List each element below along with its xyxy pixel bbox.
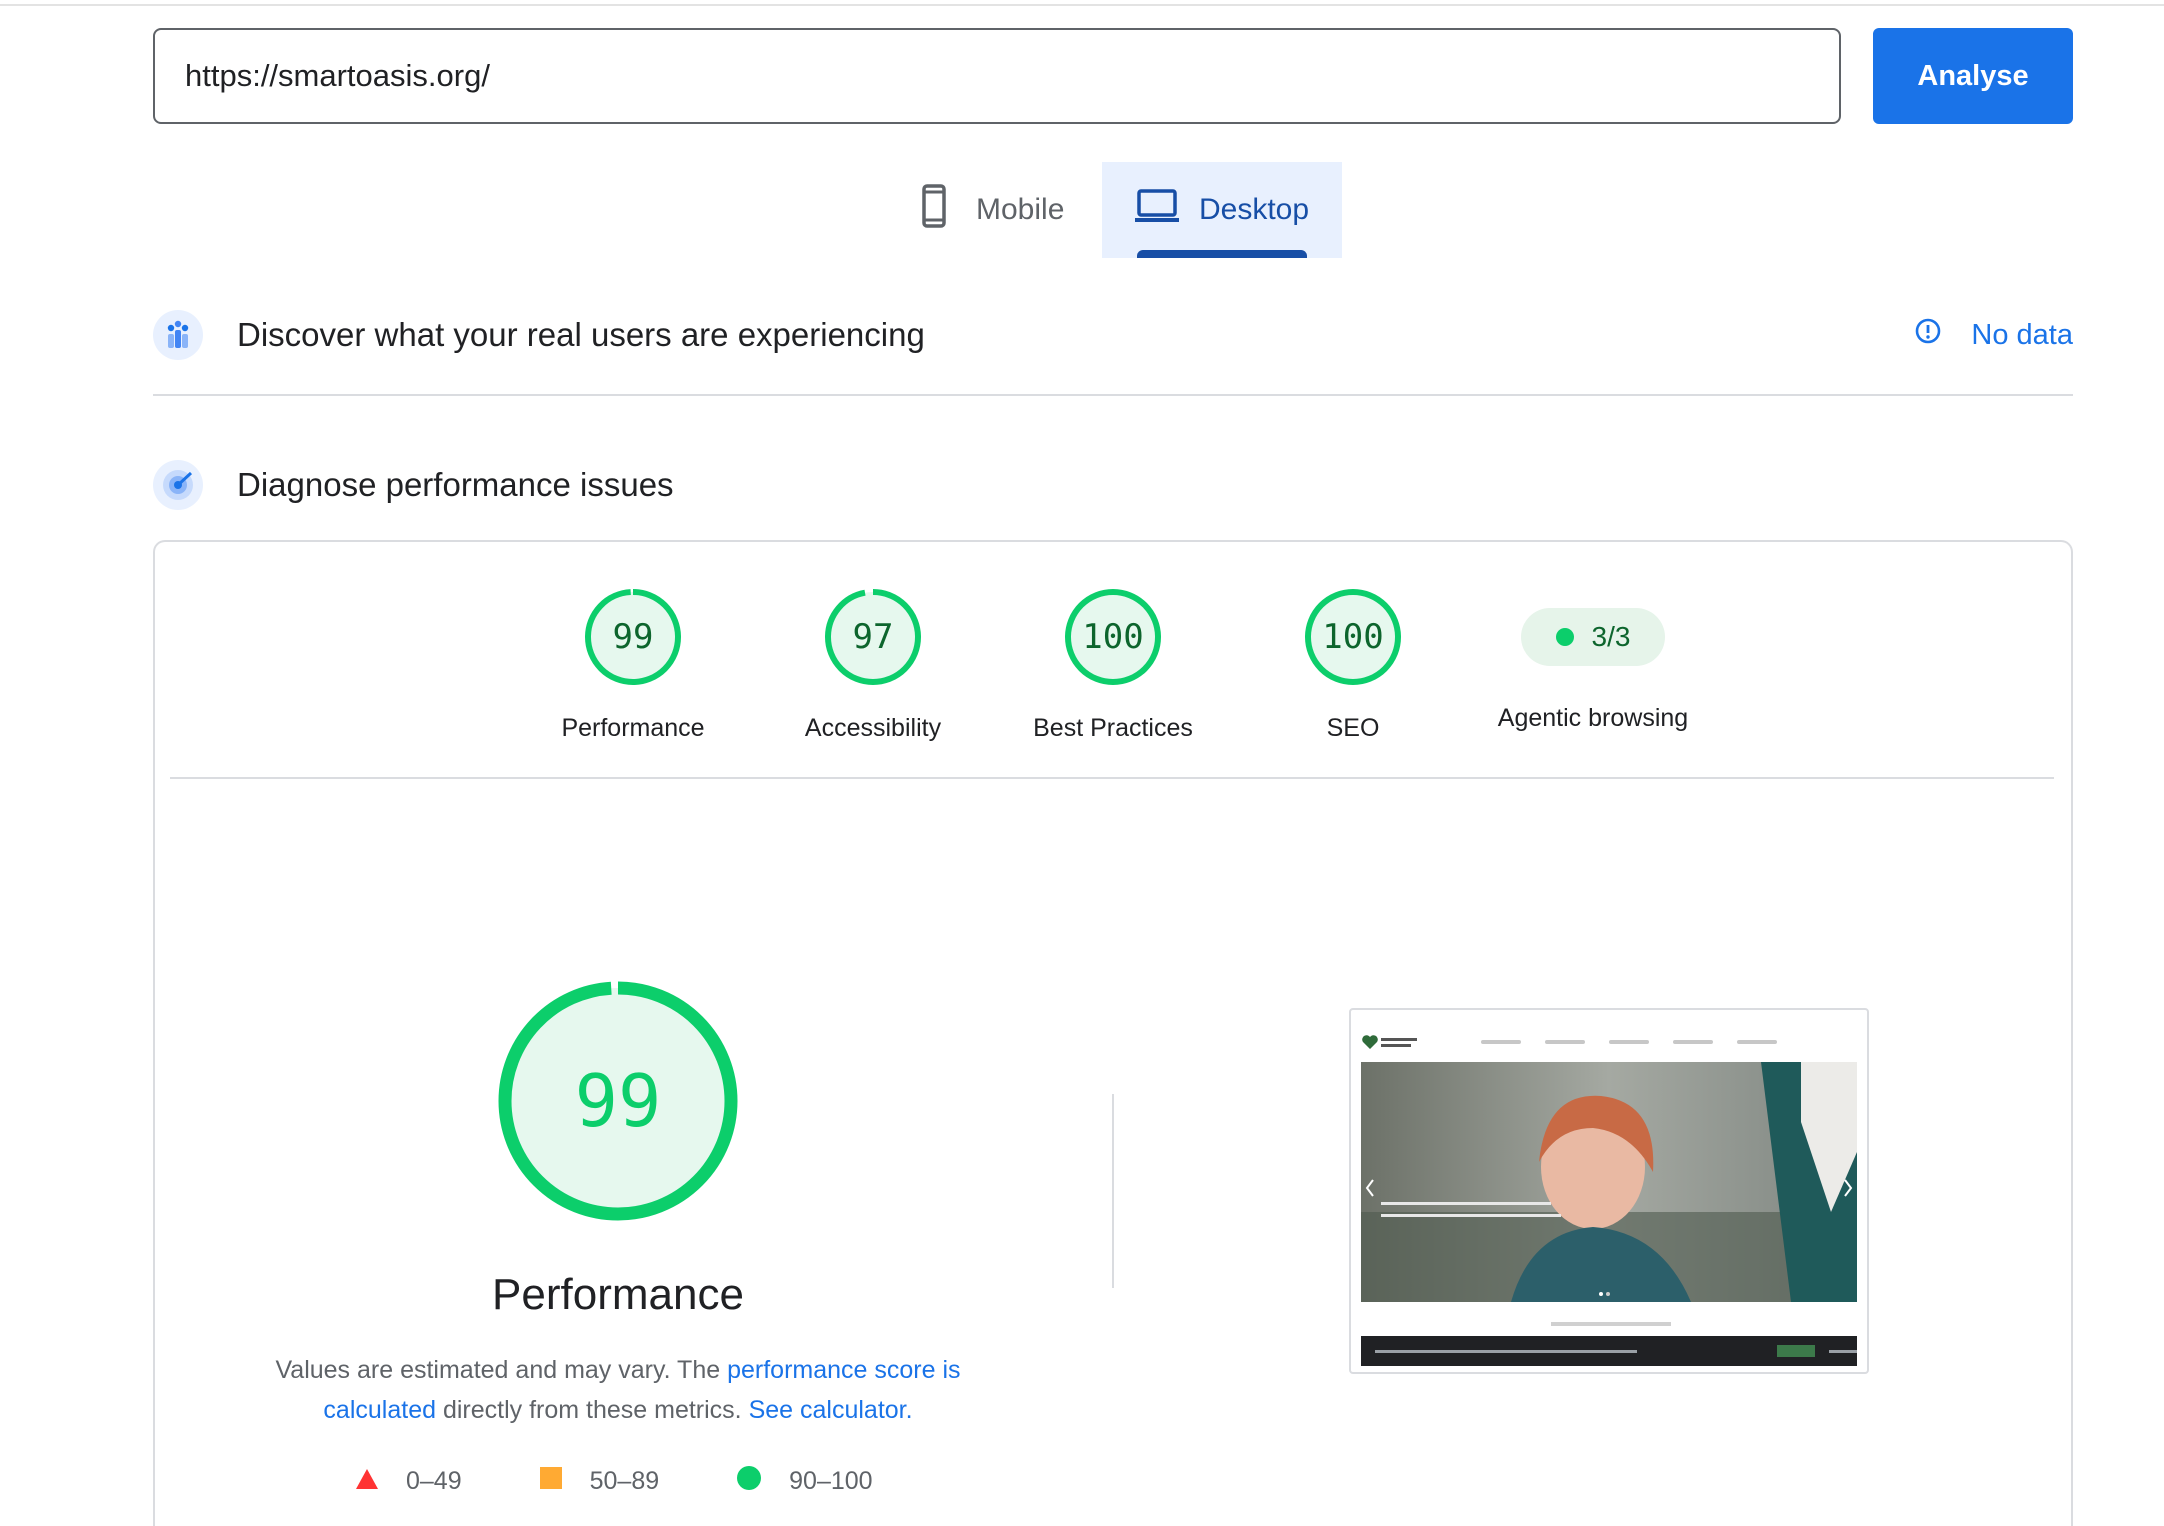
legend-item-fail: 0–49 [356,1467,462,1496]
score-gauge: 99 [584,588,682,686]
legend-range: 50–89 [589,1467,660,1495]
gauge-label: Agentic browsing [1497,704,1689,732]
orange-square-icon [539,1467,562,1496]
laptop-icon [1134,189,1179,231]
final-screenshot [1349,1008,1869,1374]
gauge-best-practices[interactable]: 100 Best Practices [993,588,1233,743]
screenshot-nav-links [1481,1040,1777,1044]
users-chart-icon [153,310,203,360]
tab-desktop[interactable]: Desktop [1102,162,1342,258]
red-triangle-icon [356,1467,378,1496]
screenshot-site-header [1361,1018,1857,1066]
gauge-accessibility[interactable]: 97 Accessibility [753,588,993,743]
score-value: 100 [1082,617,1144,657]
gauge-seo[interactable]: 100 SEO [1233,588,1473,743]
score-gauge: 97 [824,588,922,686]
field-data-title: Discover what your real users are experi… [237,316,925,353]
no-data-link[interactable]: No data [1915,318,2073,352]
gauge-label: Performance [561,714,705,742]
tab-mobile-label: Mobile [976,193,1065,226]
screenshot-section-heading [1551,1322,1671,1326]
score-legend: 0–49 50–89 90–100 [356,1466,951,1497]
legend-item-pass: 90–100 [737,1466,873,1497]
legend-range: 0–49 [406,1467,462,1495]
score-value: 99 [612,617,654,657]
gauge-performance[interactable]: 99 Performance [513,588,753,743]
url-input[interactable] [153,28,1841,124]
lab-data-title: Diagnose performance issues [237,466,674,503]
score-value: 100 [1322,617,1384,657]
screenshot-cookie-banner [1361,1336,1857,1366]
info-icon [1915,318,1941,352]
pass-dot-icon [1555,628,1574,646]
legend-item-average: 50–89 [539,1467,660,1496]
score-gauge: 100 [1304,588,1402,686]
analyse-button[interactable]: Analyse [1873,28,2073,124]
desc-text-2: directly from these metrics. [436,1396,749,1424]
card-divider [170,777,2054,779]
active-tab-indicator [1137,250,1307,258]
performance-big-gauge: 99 [497,980,739,1222]
agentic-score-value: 3/3 [1591,621,1631,652]
target-icon [153,460,203,510]
performance-score-value: 99 [574,1059,662,1143]
phone-icon [922,184,946,236]
no-data-label: No data [1971,318,2073,351]
field-data-header: Discover what your real users are experi… [153,310,2073,360]
performance-title: Performance [492,1270,744,1319]
vertical-separator [1112,1094,1114,1288]
gauge-label: Accessibility [804,714,942,742]
section-divider [153,394,2073,396]
lab-data-header: Diagnose performance issues [153,460,2073,510]
gauge-label: SEO [1326,714,1380,742]
gauge-agentic-browsing[interactable]: 3/3 Agentic browsing [1473,588,1713,733]
score-value: 97 [852,617,894,657]
desc-text: Values are estimated and may vary. The [275,1356,728,1384]
legend-range: 90–100 [789,1467,873,1495]
agentic-score-pill: 3/3 [1521,608,1665,666]
performance-description: Values are estimated and may vary. The p… [240,1350,996,1430]
heart-logo-icon [1361,1033,1421,1051]
see-calculator-link[interactable]: See calculator. [749,1396,913,1424]
score-gauge: 100 [1064,588,1162,686]
tab-mobile[interactable]: Mobile [900,162,1102,258]
tab-desktop-label: Desktop [1198,193,1310,226]
gauge-label: Best Practices [1033,714,1193,742]
top-border [0,4,2164,6]
screenshot-hero-image [1361,1062,1857,1302]
green-circle-icon [737,1466,762,1497]
